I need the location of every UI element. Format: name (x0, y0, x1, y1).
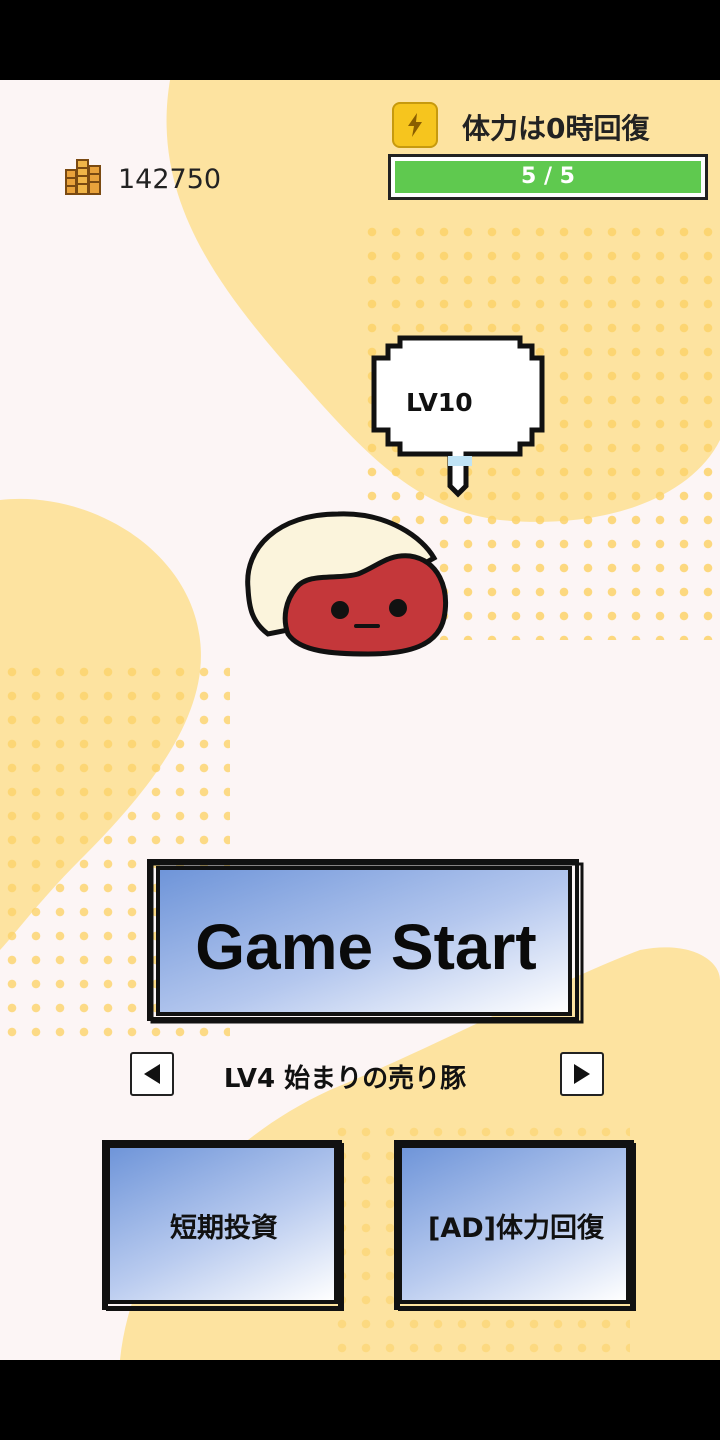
energy-bar: 5 / 5 (388, 154, 708, 200)
level-speech-bubble (371, 335, 545, 498)
short-term-invest-button[interactable]: 短期投資 (102, 1140, 346, 1312)
next-stage-button[interactable] (560, 1052, 604, 1096)
coin-stack-icon (65, 159, 101, 195)
lightning-icon (392, 102, 438, 148)
meat-character[interactable] (238, 508, 454, 664)
triangle-left-icon (144, 1064, 160, 1084)
game-start-button[interactable]: Game Start (146, 858, 586, 1026)
stage-name: LV4 始まりの売り豚 (223, 1064, 467, 1094)
navigation-bar (0, 1360, 720, 1440)
energy-recovery-notice: 体力は0時回復 (462, 112, 650, 145)
game-screen: 142750 体力は0時回復 5 / 5 LV10 Game Start LV4… (0, 0, 720, 1440)
game-start-label: Game Start (195, 911, 537, 983)
triangle-right-icon (574, 1064, 590, 1084)
ad-energy-recover-button[interactable]: [AD]体力回復 (394, 1140, 638, 1312)
ad-energy-recover-label: [AD]体力回復 (428, 1213, 604, 1244)
level-bubble-text: LV10 (406, 388, 473, 417)
short-term-invest-label: 短期投資 (170, 1213, 278, 1244)
prev-stage-button[interactable] (130, 1052, 174, 1096)
status-bar (0, 0, 720, 80)
energy-bar-label: 5 / 5 (521, 164, 575, 189)
coin-count: 142750 (118, 164, 222, 195)
